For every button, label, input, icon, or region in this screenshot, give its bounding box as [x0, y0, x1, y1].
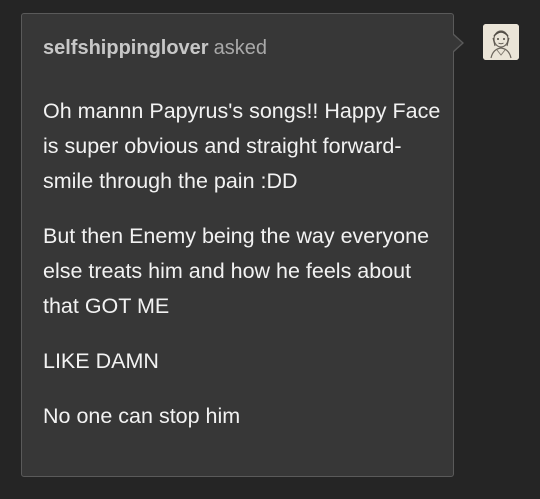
bubble-pointer-fill — [452, 34, 462, 52]
ask-paragraph-2: But then Enemy being the way everyone el… — [43, 224, 430, 318]
asker-avatar[interactable] — [483, 24, 519, 60]
asked-label: asked — [213, 37, 267, 59]
ask-body: Oh mannn Papyrus's songs!! Happy Face is… — [43, 94, 443, 454]
ask-paragraph-3: LIKE DAMN — [43, 349, 159, 373]
ask-paragraph-4: No one can stop him — [43, 404, 241, 428]
avatar-sketch-icon — [483, 24, 519, 60]
ask-header: selfshippinglover asked — [43, 36, 267, 60]
ask-paragraph-1: Oh mannn Papyrus's songs!! Happy Face is… — [43, 99, 441, 193]
ask-bubble: selfshippinglover asked Oh mannn Papyrus'… — [21, 13, 454, 477]
post-stage: selfshippinglover asked Oh mannn Papyrus'… — [0, 0, 540, 499]
asker-name-link[interactable]: selfshippinglover — [43, 37, 209, 59]
